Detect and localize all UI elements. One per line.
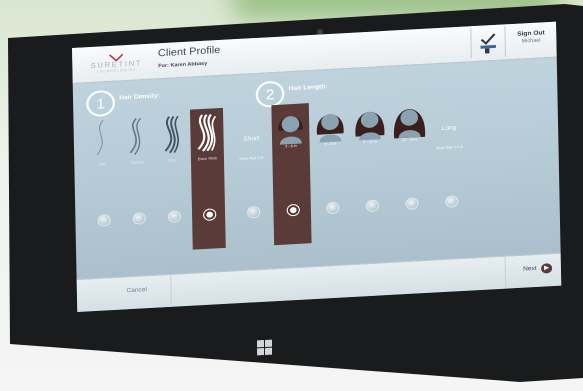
length-option-6-9[interactable]: 6 - 9 in xyxy=(311,101,351,243)
step-1-title: Hair Density: xyxy=(119,93,161,102)
density-label: Normal xyxy=(130,160,144,165)
density-radio-thin[interactable] xyxy=(97,214,111,227)
long-word: Long xyxy=(441,125,457,132)
short-label: Less than 3 in xyxy=(239,155,264,161)
thin-hair-icon xyxy=(96,120,104,156)
footer-divider xyxy=(170,274,172,307)
density-option-thin[interactable]: Thin xyxy=(84,114,120,256)
length-radio-6-9[interactable] xyxy=(326,201,340,215)
user-name: Michael xyxy=(521,37,541,45)
long-hair-head-icon xyxy=(355,111,385,141)
density-radio-extra-thick[interactable] xyxy=(202,208,217,222)
extra-thick-hair-icon xyxy=(197,113,217,152)
length-radio-long[interactable] xyxy=(444,195,459,208)
density-label: Thick xyxy=(167,158,177,163)
app-screen: SURETINT TECHNOLOGIES Client Profile For… xyxy=(72,21,562,312)
length-option-short[interactable]: Short Less than 3 in xyxy=(234,105,270,247)
sign-out-button[interactable]: Sign Out Michael xyxy=(512,30,550,45)
medium-hair-head-icon xyxy=(316,114,344,143)
length-option-3-6[interactable]: 3 - 6 in xyxy=(271,103,312,246)
step-2-title: Hair Length: xyxy=(288,84,328,93)
short-hair-head-icon xyxy=(278,116,303,145)
length-radio-short[interactable] xyxy=(246,205,261,219)
length-radio-9-12[interactable] xyxy=(365,199,380,213)
density-option-normal[interactable]: Normal xyxy=(120,112,156,254)
density-option-extra-thick[interactable]: Extra Thick xyxy=(189,107,226,250)
app-header: SURETINT TECHNOLOGIES Client Profile For… xyxy=(72,21,557,85)
density-label: Thin xyxy=(98,162,106,167)
length-option-9-12[interactable]: 9 - 12 in xyxy=(351,99,391,241)
length-radio-12-15[interactable] xyxy=(405,197,419,210)
very-long-hair-head-icon xyxy=(394,109,426,139)
length-option-long[interactable]: Long More than 15 in xyxy=(432,95,468,237)
windows-logo-icon[interactable] xyxy=(257,339,272,356)
checkmark-sign-icon xyxy=(480,33,496,54)
long-label: More than 15 in xyxy=(436,144,463,151)
thick-hair-icon xyxy=(164,115,179,154)
density-label: Extra Thick xyxy=(197,156,218,162)
normal-hair-icon xyxy=(129,117,142,156)
short-word: Short xyxy=(243,135,260,143)
next-arrow-icon[interactable]: ▶ xyxy=(541,263,553,274)
tablet-bezel: SURETINT TECHNOLOGIES Client Profile For… xyxy=(8,4,583,382)
app-footer: Cancel Next ▶ xyxy=(76,252,562,312)
length-label: 3 - 6 in xyxy=(284,143,297,149)
length-label: 9 - 12 in xyxy=(363,139,378,145)
footer-divider xyxy=(504,256,507,289)
confirm-button[interactable] xyxy=(470,26,507,59)
length-label: 6 - 9 in xyxy=(324,141,337,147)
page-title: Client Profile xyxy=(157,44,221,60)
next-button[interactable]: Next xyxy=(523,266,537,273)
density-radio-normal[interactable] xyxy=(132,212,146,225)
cancel-button[interactable]: Cancel xyxy=(126,287,147,294)
length-option-12-15[interactable]: 12 - 15 in xyxy=(390,97,430,239)
density-option-thick[interactable]: Thick xyxy=(155,110,191,252)
density-radio-thick[interactable] xyxy=(167,210,182,223)
brand-logo: SURETINT TECHNOLOGIES xyxy=(83,52,149,75)
client-name: For: Karen Abbasy xyxy=(158,60,208,70)
length-radio-3-6[interactable] xyxy=(286,203,300,217)
